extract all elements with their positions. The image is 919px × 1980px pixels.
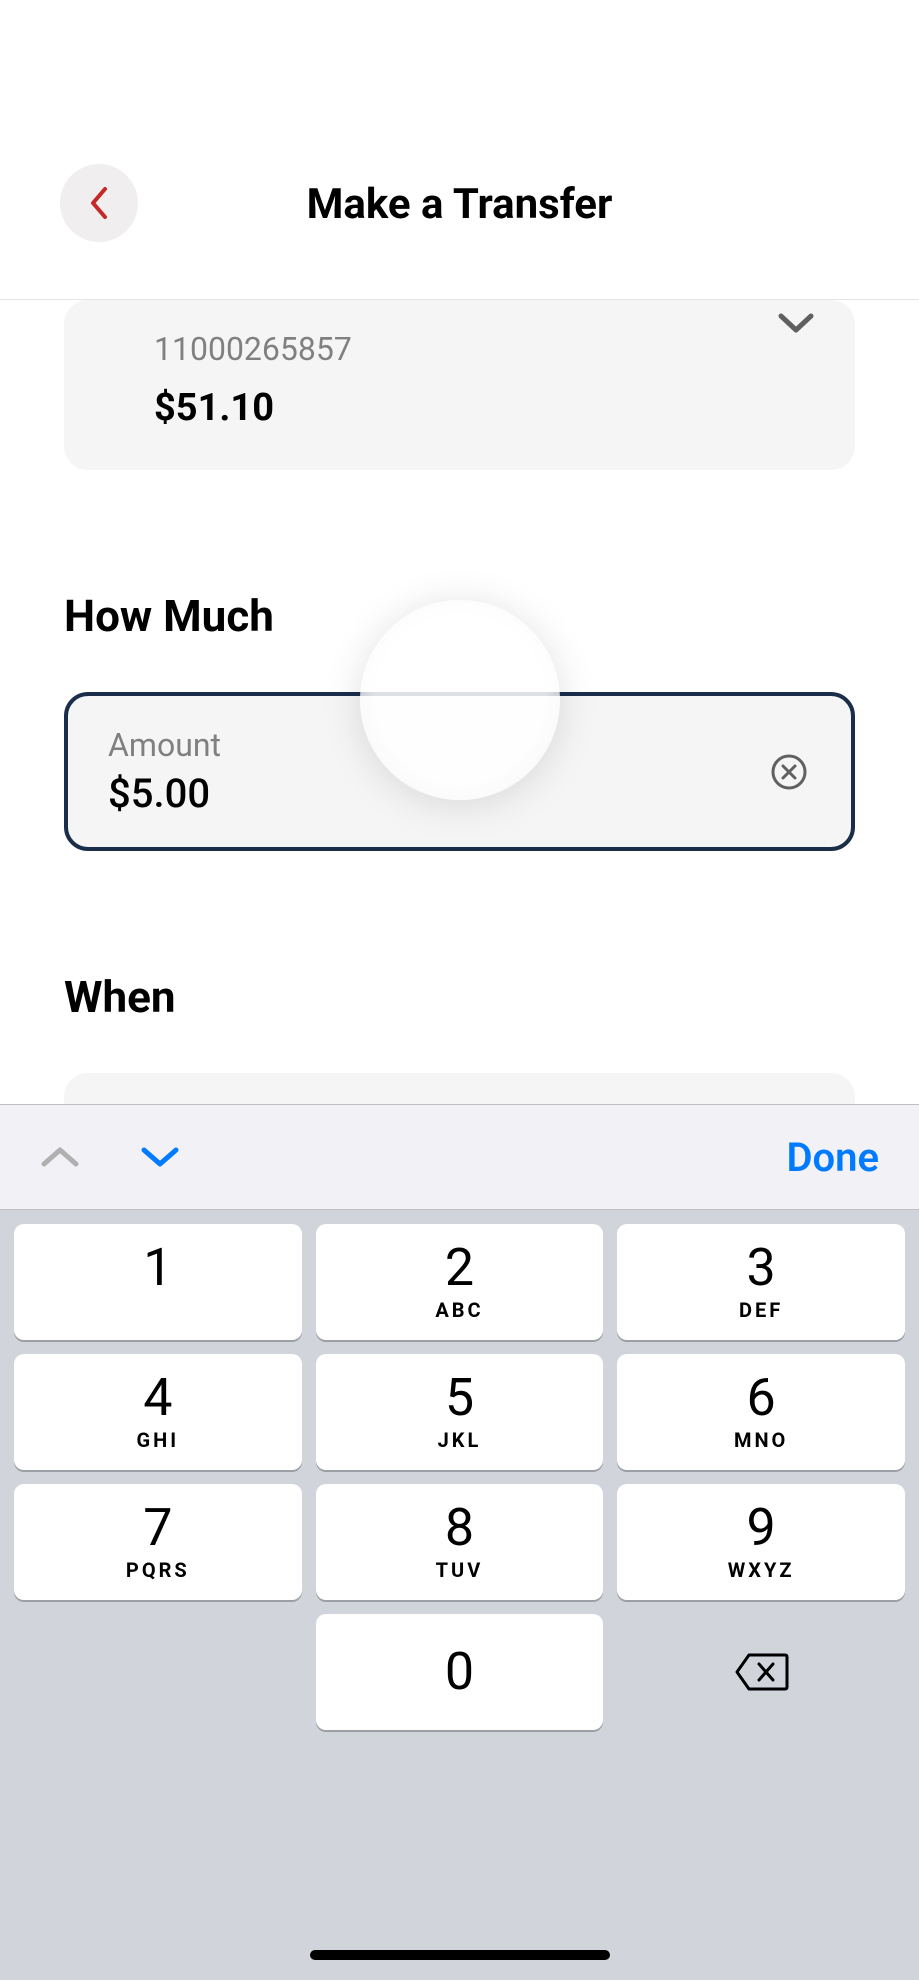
- backspace-icon: [733, 1651, 789, 1693]
- key-letters: ABC: [435, 1298, 483, 1322]
- next-field-button[interactable]: [130, 1127, 190, 1187]
- key-7[interactable]: 7 PQRS: [14, 1484, 302, 1600]
- key-letters: MNO: [734, 1428, 788, 1452]
- key-letters: DEF: [739, 1298, 783, 1322]
- clear-icon: [769, 752, 809, 792]
- key-letters: GHI: [137, 1428, 180, 1452]
- key-9[interactable]: 9 WXYZ: [617, 1484, 905, 1600]
- account-balance: $51.10: [154, 386, 815, 430]
- prev-field-button[interactable]: [30, 1127, 90, 1187]
- key-digit: 9: [747, 1502, 776, 1554]
- key-letters: JKL: [438, 1428, 482, 1452]
- chevron-down-icon: [777, 310, 815, 338]
- key-1[interactable]: 1: [14, 1224, 302, 1340]
- done-button[interactable]: Done: [786, 1134, 889, 1181]
- key-letters: WXYZ: [728, 1558, 795, 1582]
- chevron-up-icon: [40, 1144, 80, 1170]
- page-title: Make a Transfer: [0, 180, 919, 229]
- key-letters: TUV: [436, 1558, 484, 1582]
- key-digit: 0: [445, 1646, 474, 1698]
- key-delete[interactable]: [617, 1614, 905, 1730]
- key-empty: [14, 1614, 302, 1730]
- key-3[interactable]: 3 DEF: [617, 1224, 905, 1340]
- key-digit: 3: [747, 1242, 776, 1294]
- keyboard: Done 1 2 ABC 3 DEF 4 GHI 5 JKL 6 MNO 7 P: [0, 1104, 919, 1980]
- clear-button[interactable]: [767, 750, 811, 794]
- amount-value: $5.00: [108, 770, 811, 817]
- key-digit: 1: [143, 1242, 172, 1294]
- section-when: When: [64, 971, 855, 1023]
- key-digit: 5: [445, 1372, 474, 1424]
- key-4[interactable]: 4 GHI: [14, 1354, 302, 1470]
- key-letters: [154, 1298, 162, 1322]
- home-indicator[interactable]: [310, 1950, 610, 1960]
- chevron-down-icon: [140, 1144, 180, 1170]
- header: Make a Transfer: [0, 0, 919, 300]
- key-6[interactable]: 6 MNO: [617, 1354, 905, 1470]
- key-digit: 7: [143, 1502, 172, 1554]
- amount-input[interactable]: Amount $5.00: [64, 692, 855, 851]
- key-5[interactable]: 5 JKL: [316, 1354, 604, 1470]
- key-digit: 8: [445, 1502, 474, 1554]
- account-selector[interactable]: 11000265857 $51.10: [64, 300, 855, 470]
- section-how-much: How Much: [64, 590, 855, 642]
- key-8[interactable]: 8 TUV: [316, 1484, 604, 1600]
- account-number: 11000265857: [154, 330, 815, 368]
- key-2[interactable]: 2 ABC: [316, 1224, 604, 1340]
- key-0[interactable]: 0: [316, 1614, 604, 1730]
- numeric-keypad: 1 2 ABC 3 DEF 4 GHI 5 JKL 6 MNO 7 PQRS 8: [0, 1210, 919, 1980]
- key-letters: PQRS: [126, 1558, 190, 1582]
- key-digit: 2: [445, 1242, 474, 1294]
- content: 11000265857 $51.10 How Much Amount $5.00…: [0, 300, 919, 1224]
- key-digit: 6: [747, 1372, 776, 1424]
- keyboard-toolbar: Done: [0, 1104, 919, 1210]
- key-digit: 4: [143, 1372, 172, 1424]
- amount-label: Amount: [108, 726, 811, 764]
